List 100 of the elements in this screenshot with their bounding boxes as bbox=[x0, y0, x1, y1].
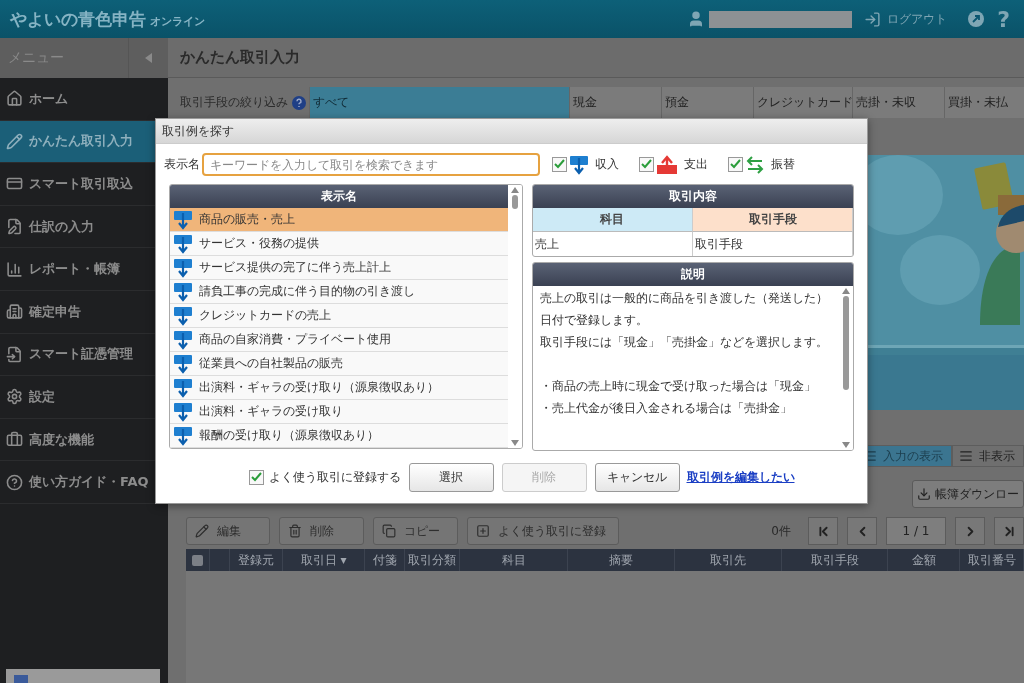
app-logo: やよいの青色申告 bbox=[10, 7, 146, 31]
checkbox[interactable] bbox=[639, 157, 654, 172]
pencil-icon bbox=[195, 524, 209, 538]
filter-label: 振替 bbox=[771, 156, 795, 173]
list-item[interactable]: 商品の販売・売上 bbox=[170, 208, 508, 232]
page-field[interactable]: 1 / 1 bbox=[886, 517, 946, 545]
file-arrow-icon bbox=[6, 345, 23, 363]
list-item[interactable]: クレジットカードの売上 bbox=[170, 304, 508, 328]
list-item[interactable]: サービス・役務の提供 bbox=[170, 232, 508, 256]
chat-bubble-icon[interactable] bbox=[967, 10, 986, 28]
scroll-down-icon[interactable] bbox=[842, 442, 850, 448]
toolbar-button[interactable]: コピー bbox=[373, 517, 458, 545]
logout-link[interactable]: ログアウト bbox=[887, 10, 948, 28]
filter-tab[interactable]: 買掛・未払 bbox=[944, 87, 1024, 118]
dialog-button[interactable]: 選択 bbox=[408, 463, 494, 492]
help-icon bbox=[6, 473, 23, 491]
plus-square-icon bbox=[476, 524, 490, 538]
toolbar-button[interactable]: よく使う取引に登録 bbox=[467, 517, 619, 545]
checkbox[interactable] bbox=[552, 157, 567, 172]
column-header[interactable]: 取引手段 bbox=[782, 549, 888, 571]
home-icon bbox=[6, 90, 23, 108]
down-arrow-icon bbox=[173, 257, 193, 278]
settings-icon bbox=[6, 388, 23, 406]
filter-label: 取引手段の絞り込み bbox=[180, 94, 288, 111]
help-button[interactable]: ? bbox=[997, 6, 1010, 32]
select-all-checkbox[interactable] bbox=[192, 554, 203, 566]
down-arrow-icon bbox=[173, 401, 193, 422]
filter-tab[interactable]: 現金 bbox=[569, 87, 661, 118]
search-field[interactable]: キーワードを入力して取引を検索できます bbox=[202, 153, 540, 176]
toolbar-button[interactable]: 削除 bbox=[279, 517, 364, 545]
scrollbar[interactable] bbox=[839, 286, 853, 450]
list-item[interactable]: 報酬の受け取り（源泉徴収あり） bbox=[170, 424, 508, 448]
edit-examples-link[interactable]: 取引例を編集したい bbox=[686, 469, 795, 486]
up-arrow-icon bbox=[656, 154, 678, 175]
list-item[interactable]: サービス提供の完了に伴う売上計上 bbox=[170, 256, 508, 280]
last-page-button[interactable] bbox=[994, 517, 1024, 545]
table-cell: 売上 bbox=[532, 232, 693, 256]
previous-page-button[interactable] bbox=[847, 517, 877, 545]
column-header[interactable]: 付箋 bbox=[365, 549, 405, 571]
scroll-thumb[interactable] bbox=[511, 195, 518, 209]
down-arrow-icon bbox=[569, 154, 589, 175]
help-icon[interactable] bbox=[292, 95, 306, 110]
panel-header: 説明 bbox=[532, 263, 853, 286]
column-header[interactable]: 登録元 bbox=[230, 549, 283, 571]
sidebar-banner[interactable] bbox=[6, 669, 160, 683]
explanation-text: 売上の取引は一般的に商品を引き渡した（発送した）日付で登録します。 bbox=[539, 290, 829, 329]
checkbox[interactable] bbox=[728, 157, 743, 172]
dialog-title: 取引例を探す bbox=[156, 119, 867, 144]
dialog-button[interactable]: キャンセル bbox=[594, 463, 680, 492]
scroll-down-icon[interactable] bbox=[510, 440, 519, 446]
filter-tab[interactable]: 売掛・未収 bbox=[852, 87, 944, 118]
column-header: 取引手段 bbox=[693, 208, 853, 232]
download-icon bbox=[917, 487, 931, 501]
checkbox[interactable] bbox=[248, 470, 264, 485]
column-header[interactable]: 取引番号 bbox=[960, 549, 1024, 571]
column-header[interactable]: 摘要 bbox=[568, 549, 675, 571]
building-icon bbox=[6, 303, 23, 321]
filter-tab[interactable]: すべて bbox=[309, 87, 569, 118]
download-button[interactable]: 帳簿ダウンロー bbox=[912, 480, 1024, 508]
down-arrow-icon bbox=[173, 377, 193, 398]
list-item[interactable]: 請負工事の完成に伴う目的物の引き渡し bbox=[170, 280, 508, 304]
register-label: よく使う取引に登録する bbox=[268, 469, 401, 486]
view-toggle[interactable]: 非表示 bbox=[952, 445, 1024, 467]
list-header: 表示名 bbox=[170, 185, 508, 208]
scroll-up-icon[interactable] bbox=[842, 288, 850, 294]
explanation-text: ・商品の売上時に現金で受け取った場合は「現金」 bbox=[539, 378, 817, 395]
filter-tab[interactable]: 預金 bbox=[661, 87, 753, 118]
logout-icon[interactable] bbox=[864, 10, 882, 28]
first-page-button[interactable] bbox=[808, 517, 838, 545]
scroll-up-icon[interactable] bbox=[510, 187, 519, 193]
next-page-button[interactable] bbox=[955, 517, 985, 545]
document-icon bbox=[14, 675, 28, 683]
down-arrow-icon bbox=[173, 209, 193, 230]
panel-header: 取引内容 bbox=[532, 185, 853, 208]
column-header: 科目 bbox=[532, 208, 693, 232]
down-arrow-icon bbox=[173, 305, 193, 326]
copy-icon bbox=[382, 524, 396, 538]
list-item[interactable]: 出演料・ギャラの受け取り（源泉徴収あり） bbox=[170, 376, 508, 400]
pencil-icon bbox=[6, 132, 23, 150]
column-header[interactable]: 取引分類 bbox=[405, 549, 460, 571]
column-header[interactable]: 取引日 ▾ bbox=[283, 549, 365, 571]
explanation-text: ・売上代金が後日入金される場合は「売掛金」 bbox=[539, 400, 793, 417]
list-item[interactable]: 商品の自家消費・プライベート使用 bbox=[170, 328, 508, 352]
explanation-text: 取引手段には「現金」「売掛金」などを選択します。 bbox=[539, 334, 829, 351]
table-cell: 取引手段 bbox=[693, 232, 853, 256]
column-header[interactable]: 科目 bbox=[460, 549, 568, 571]
filter-label: 収入 bbox=[595, 156, 619, 173]
down-arrow-icon bbox=[173, 425, 193, 446]
lines-icon bbox=[959, 449, 973, 463]
toolbar-button[interactable]: 編集 bbox=[186, 517, 270, 545]
filter-tab[interactable]: クレジットカード bbox=[753, 87, 852, 118]
scroll-thumb[interactable] bbox=[843, 296, 849, 390]
list-item[interactable]: 出演料・ギャラの受け取り bbox=[170, 400, 508, 424]
caret-icon bbox=[145, 53, 152, 63]
down-arrow-icon bbox=[173, 329, 193, 350]
column-header[interactable]: 取引先 bbox=[675, 549, 782, 571]
column-header[interactable]: 金額 bbox=[888, 549, 960, 571]
list-item[interactable]: 従業員への自社製品の販売 bbox=[170, 352, 508, 376]
document-pen-icon bbox=[6, 218, 23, 236]
down-arrow-icon bbox=[173, 233, 193, 254]
